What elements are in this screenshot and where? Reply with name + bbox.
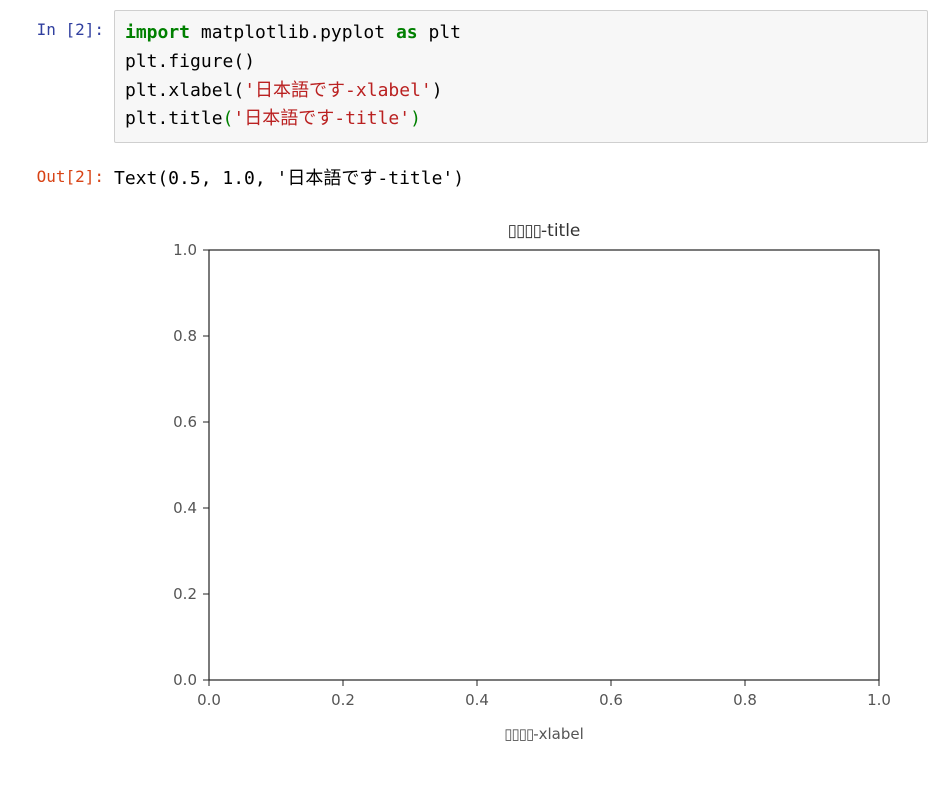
code-input[interactable]: import matplotlib.pyplot as plt plt.figu… [114,10,928,143]
y-ticks: 0.0 0.2 0.4 0.6 0.8 1.0 [173,241,209,689]
title-fn: plt.title [125,108,223,129]
title-arg: '日本語です-title' [233,108,410,129]
x-tick-label: 0.4 [465,691,489,709]
tofu-glyphs: ▯▯▯▯ [508,221,541,240]
plot-output: ▯▯▯▯-title 0.00.20.40.60.81.0 0.00.20.40… [114,212,928,752]
xlabel-close: ) [432,80,443,101]
x-tick-label: 0.8 [733,691,757,709]
output-prompt: Out[2]: [24,157,114,189]
output-cell: Out[2]: Text(0.5, 1.0, '日本語です-title') [24,157,928,192]
input-prompt: In [2]: [24,10,114,42]
x-tick-label: 0.0 [197,691,221,709]
axes-frame [209,250,879,680]
xlabel-fn: plt.xlabel( [125,80,244,101]
module-name: matplotlib.pyplot [201,22,385,43]
alias-name: plt [428,22,461,43]
tofu-glyphs: ▯▯▯▯ [504,726,533,743]
y-tick-label: 0.8 [173,327,197,345]
keyword-import: import [125,22,190,43]
y-tick-label: 0.2 [173,585,197,603]
x-tick-label: 0.6 [599,691,623,709]
axes: 0.0 0.2 0.4 0.6 0.8 1.0 0.0 0.2 0.4 0.6 0.8 1.0 [173,241,891,709]
x-ticks: 0.0 0.2 0.4 0.6 0.8 1.0 [197,680,891,709]
keyword-as: as [396,22,418,43]
paren-close: ) [410,108,421,129]
y-tick-label: 0.4 [173,499,197,517]
paren-open: ( [223,108,234,129]
x-tick-label: 1.0 [867,691,891,709]
input-cell: In [2]: import matplotlib.pyplot as plt … [24,10,928,143]
x-axis-label: ▯▯▯▯-xlabel [504,725,584,743]
output-text: Text(0.5, 1.0, '日本語です-title') [114,157,928,192]
matplotlib-figure: ▯▯▯▯-title 0.00.20.40.60.81.0 0.00.20.40… [114,212,914,752]
y-tick-label: 1.0 [173,241,197,259]
figure-call: plt.figure() [125,51,255,72]
xlabel-arg: '日本語です-xlabel' [244,80,432,101]
x-tick-label: 0.2 [331,691,355,709]
y-tick-label: 0.6 [173,413,197,431]
chart-title: ▯▯▯▯-title [508,221,581,241]
y-tick-label: 0.0 [173,671,197,689]
